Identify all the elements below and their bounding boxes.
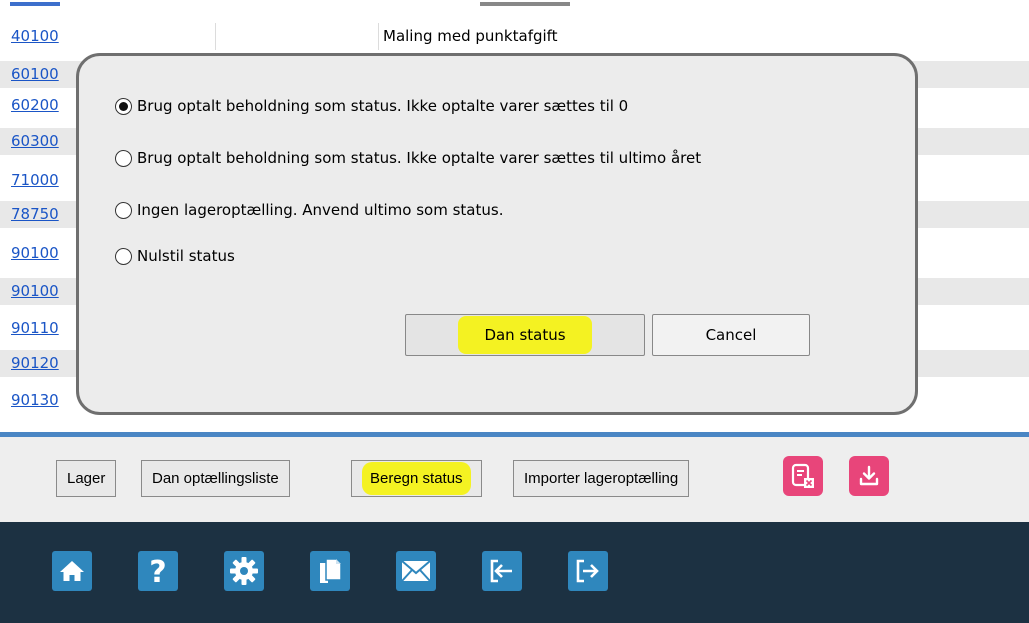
radio-button-selected[interactable] <box>115 97 132 115</box>
item-code-link[interactable]: 90130 <box>11 391 59 409</box>
item-code-link[interactable]: 60100 <box>11 65 59 83</box>
svg-text:?: ? <box>149 556 166 586</box>
table-row-cutoff <box>0 0 1029 10</box>
cancel-label: Cancel <box>705 326 757 344</box>
item-code-link[interactable]: 90100 <box>11 282 59 300</box>
help-icon[interactable]: ? <box>138 551 178 591</box>
radio-button[interactable] <box>115 201 132 219</box>
footer-nav: ? <box>0 522 1029 623</box>
dan-status-label: Dan status <box>458 316 592 354</box>
item-description: Maling med punktafgift <box>383 27 558 45</box>
item-code-link[interactable]: 78750 <box>11 205 59 223</box>
logout-icon[interactable] <box>568 551 608 591</box>
item-code-link[interactable]: 60300 <box>11 132 59 150</box>
radio-button[interactable] <box>115 247 132 265</box>
copy-icon[interactable] <box>310 551 350 591</box>
option-label: Nulstil status <box>137 247 235 265</box>
status-dialog: Brug optalt beholdning som status. Ikke … <box>76 53 918 415</box>
importer-lageroptaelling-button[interactable]: Importer lageroptælling <box>513 460 690 497</box>
option-counted-zero[interactable]: Brug optalt beholdning som status. Ikke … <box>115 94 628 118</box>
report-clear-icon[interactable] <box>783 456 823 496</box>
option-counted-ultimo[interactable]: Brug optalt beholdning som status. Ikke … <box>115 146 701 170</box>
item-code-link[interactable]: 90100 <box>11 244 59 262</box>
dan-optaellingsliste-label: Dan optællingsliste <box>152 470 279 487</box>
download-icon[interactable] <box>849 456 889 496</box>
option-reset-status[interactable]: Nulstil status <box>115 244 235 268</box>
item-code-link[interactable]: 40100 <box>11 27 59 45</box>
importer-label: Importer lageroptælling <box>524 470 679 487</box>
column-divider <box>215 23 216 50</box>
option-label: Brug optalt beholdning som status. Ikke … <box>137 97 629 115</box>
item-code-link[interactable]: 90120 <box>11 354 59 372</box>
settings-icon[interactable] <box>224 551 264 591</box>
login-icon[interactable] <box>482 551 522 591</box>
lager-label: Lager <box>67 470 106 487</box>
beregn-status-button[interactable]: Beregn status <box>351 460 482 497</box>
item-code-link[interactable]: 71000 <box>11 171 59 189</box>
dan-status-button[interactable]: Dan status <box>405 314 645 356</box>
option-label: Brug optalt beholdning som status. Ikke … <box>137 149 702 167</box>
item-code-link[interactable]: 60200 <box>11 96 59 114</box>
option-label: Ingen lageroptælling. Anvend ultimo som … <box>137 201 504 219</box>
lager-button[interactable]: Lager <box>56 460 117 497</box>
option-no-count[interactable]: Ingen lageroptælling. Anvend ultimo som … <box>115 198 503 222</box>
home-icon[interactable] <box>52 551 92 591</box>
cancel-button[interactable]: Cancel <box>652 314 810 356</box>
action-toolbar: Lager Dan optællingsliste Beregn status … <box>0 437 1029 522</box>
radio-button[interactable] <box>115 149 132 167</box>
item-code-link[interactable]: 90110 <box>11 319 59 337</box>
beregn-status-label: Beregn status <box>362 462 471 495</box>
cutoff-code <box>10 2 60 6</box>
mail-icon[interactable] <box>396 551 436 591</box>
table-row: 40100 Maling med punktafgift <box>0 23 1029 50</box>
dan-optaellingsliste-button[interactable]: Dan optællingsliste <box>141 460 290 497</box>
column-divider <box>378 23 379 50</box>
cutoff-text <box>480 2 570 6</box>
